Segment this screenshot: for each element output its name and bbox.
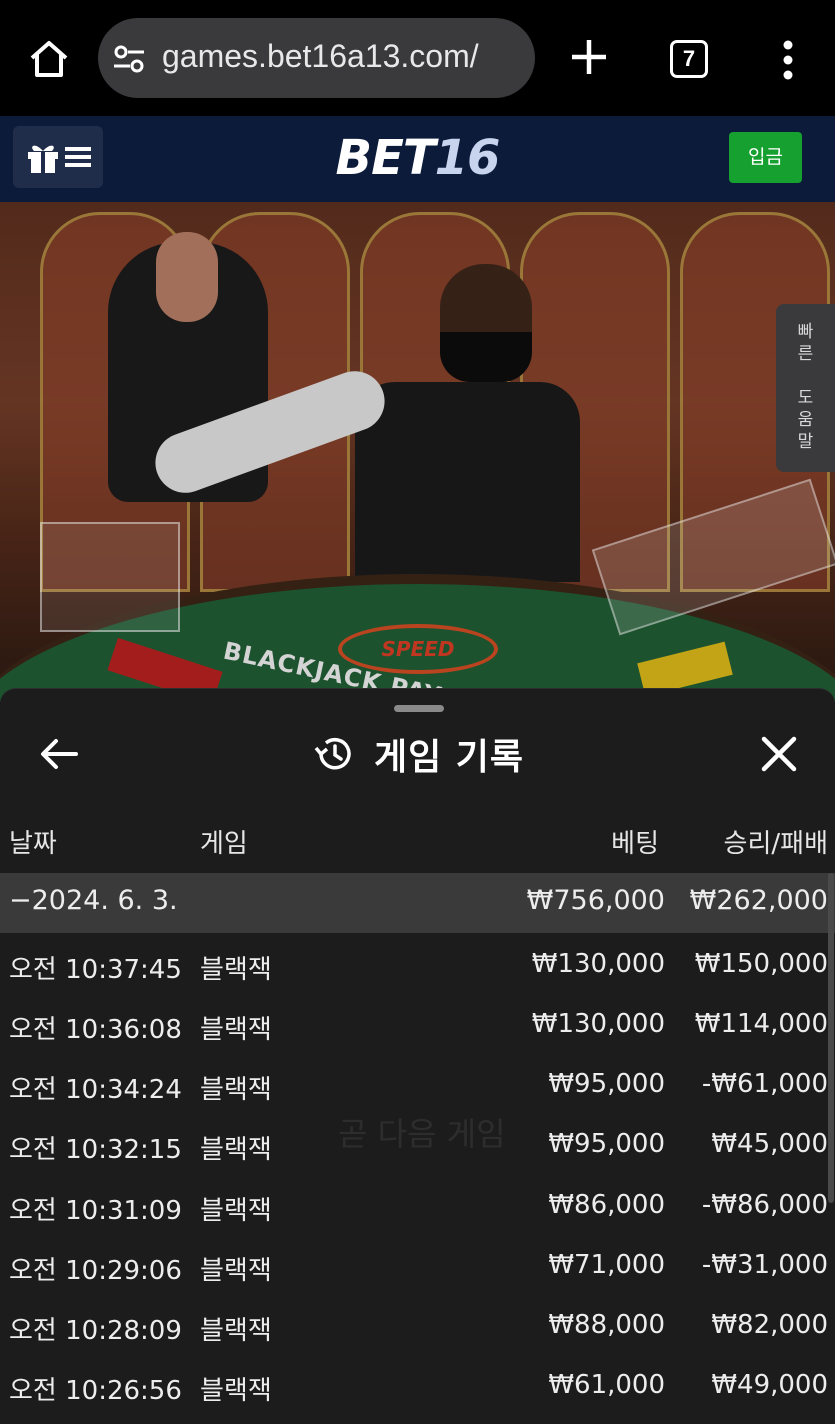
row-winloss: ₩82,000 <box>711 1310 828 1340</box>
row-game: 블랙잭 <box>200 1135 272 1165</box>
history-row[interactable]: 오전 10:26:56 블랙잭 ₩61,000 ₩49,000 <box>0 1358 835 1418</box>
site-info-icon[interactable] <box>112 42 146 76</box>
row-bet: ₩95,000 <box>548 1069 665 1099</box>
history-row[interactable]: 오전 10:28:09 블랙잭 ₩88,000 ₩82,000 <box>0 1298 835 1358</box>
close-icon[interactable] <box>758 733 800 775</box>
row-game: 블랙잭 <box>200 955 272 985</box>
history-row[interactable]: 오전 10:37:45 블랙잭 ₩130,000 ₩150,000 <box>0 937 835 997</box>
quick-help-line2-c: 말 <box>797 432 814 452</box>
summary-winloss: ₩262,000 <box>689 885 828 916</box>
row-game: 블랙잭 <box>200 1376 272 1406</box>
row-winloss: ₩45,000 <box>711 1129 828 1159</box>
quick-help-line1-top: 빠 <box>797 322 814 342</box>
row-bet: ₩95,000 <box>548 1129 665 1159</box>
quick-help-line2-a: 도 <box>797 388 814 408</box>
row-time: 오전 10:36:08 <box>9 1015 182 1045</box>
row-bet: ₩130,000 <box>531 949 665 979</box>
history-row[interactable]: 오전 10:34:24 블랙잭 ₩95,000 -₩61,000 <box>0 1057 835 1117</box>
back-arrow-icon[interactable] <box>36 733 82 775</box>
history-icon <box>314 737 351 770</box>
home-icon[interactable] <box>24 34 74 84</box>
browser-toolbar: games.bet16a13.com/ 7 <box>0 0 835 116</box>
more-icon[interactable] <box>770 38 806 82</box>
row-time: 오전 10:32:15 <box>9 1135 182 1165</box>
logo-bet-text: BET <box>335 130 436 186</box>
row-time: 오전 10:28:09 <box>9 1316 182 1346</box>
quick-help-tab[interactable]: 빠 른 도 움 말 <box>776 304 835 472</box>
video-overlay <box>0 202 835 702</box>
column-header-winloss[interactable]: 승리/패배 <box>724 823 828 860</box>
row-winloss: -₩86,000 <box>701 1190 828 1220</box>
history-row[interactable]: 오전 10:29:06 블랙잭 ₩71,000 -₩31,000 <box>0 1238 835 1298</box>
new-tab-icon[interactable] <box>566 34 612 80</box>
history-row[interactable]: 오전 10:36:08 블랙잭 ₩130,000 ₩114,000 <box>0 997 835 1057</box>
column-header-game[interactable]: 게임 <box>200 823 248 860</box>
row-game: 블랙잭 <box>200 1075 272 1105</box>
site-logo[interactable]: BET16 <box>0 130 835 186</box>
row-time: 오전 10:34:24 <box>9 1075 182 1105</box>
history-row[interactable]: 오전 10:32:15 블랙잭 ₩95,000 ₩45,000 <box>0 1117 835 1177</box>
history-row[interactable]: 오전 10:31:09 블랙잭 ₩86,000 -₩86,000 <box>0 1178 835 1238</box>
url-text: games.bet16a13.com/ <box>162 38 479 74</box>
row-game: 블랙잭 <box>200 1316 272 1346</box>
row-game: 블랙잭 <box>200 1256 272 1286</box>
row-bet: ₩86,000 <box>548 1190 665 1220</box>
date-summary-row[interactable]: −2024. 6. 3. ₩756,000 ₩262,000 <box>0 873 835 933</box>
row-winloss: ₩114,000 <box>694 1009 828 1039</box>
row-bet: ₩88,000 <box>548 1310 665 1340</box>
quick-help-line2-b: 움 <box>797 410 814 430</box>
row-bet: ₩71,000 <box>548 1250 665 1280</box>
address-bar[interactable]: games.bet16a13.com/ <box>98 18 535 98</box>
sheet-title: 게임 기록 <box>312 731 525 778</box>
logo-number-text: 16 <box>434 130 501 186</box>
row-game: 블랙잭 <box>200 1196 272 1226</box>
tabs-icon[interactable]: 7 <box>670 40 708 78</box>
drag-handle[interactable] <box>394 705 444 712</box>
site-header: BET16 입금 <box>0 116 835 202</box>
sheet-title-text: 게임 기록 <box>374 737 525 778</box>
row-time: 오전 10:31:09 <box>9 1196 182 1226</box>
game-history-sheet: 게임 기록 날짜 게임 베팅 승리/패배 곧 다음 게임 −2024. 6. 3… <box>0 688 835 1424</box>
row-bet: ₩130,000 <box>531 1009 665 1039</box>
row-winloss: -₩31,000 <box>701 1250 828 1280</box>
quick-help-line1-bottom: 른 <box>797 344 814 364</box>
column-header-date[interactable]: 날짜 <box>9 823 57 860</box>
column-header-bet[interactable]: 베팅 <box>611 823 659 860</box>
live-video: SPEED BLACKJACK PAYS 3 TO 2 <box>0 202 835 702</box>
row-time: 오전 10:29:06 <box>9 1256 182 1286</box>
scrollbar[interactable] <box>828 873 834 1203</box>
row-winloss: -₩61,000 <box>701 1069 828 1099</box>
row-winloss: ₩150,000 <box>694 949 828 979</box>
row-winloss: ₩49,000 <box>711 1370 828 1400</box>
row-bet: ₩61,000 <box>548 1370 665 1400</box>
summary-date: −2024. 6. 3. <box>9 885 178 916</box>
row-time: 오전 10:26:56 <box>9 1376 182 1406</box>
row-time: 오전 10:37:45 <box>9 955 182 985</box>
summary-bet: ₩756,000 <box>526 885 665 916</box>
row-game: 블랙잭 <box>200 1015 272 1045</box>
deposit-button[interactable]: 입금 <box>729 132 802 183</box>
